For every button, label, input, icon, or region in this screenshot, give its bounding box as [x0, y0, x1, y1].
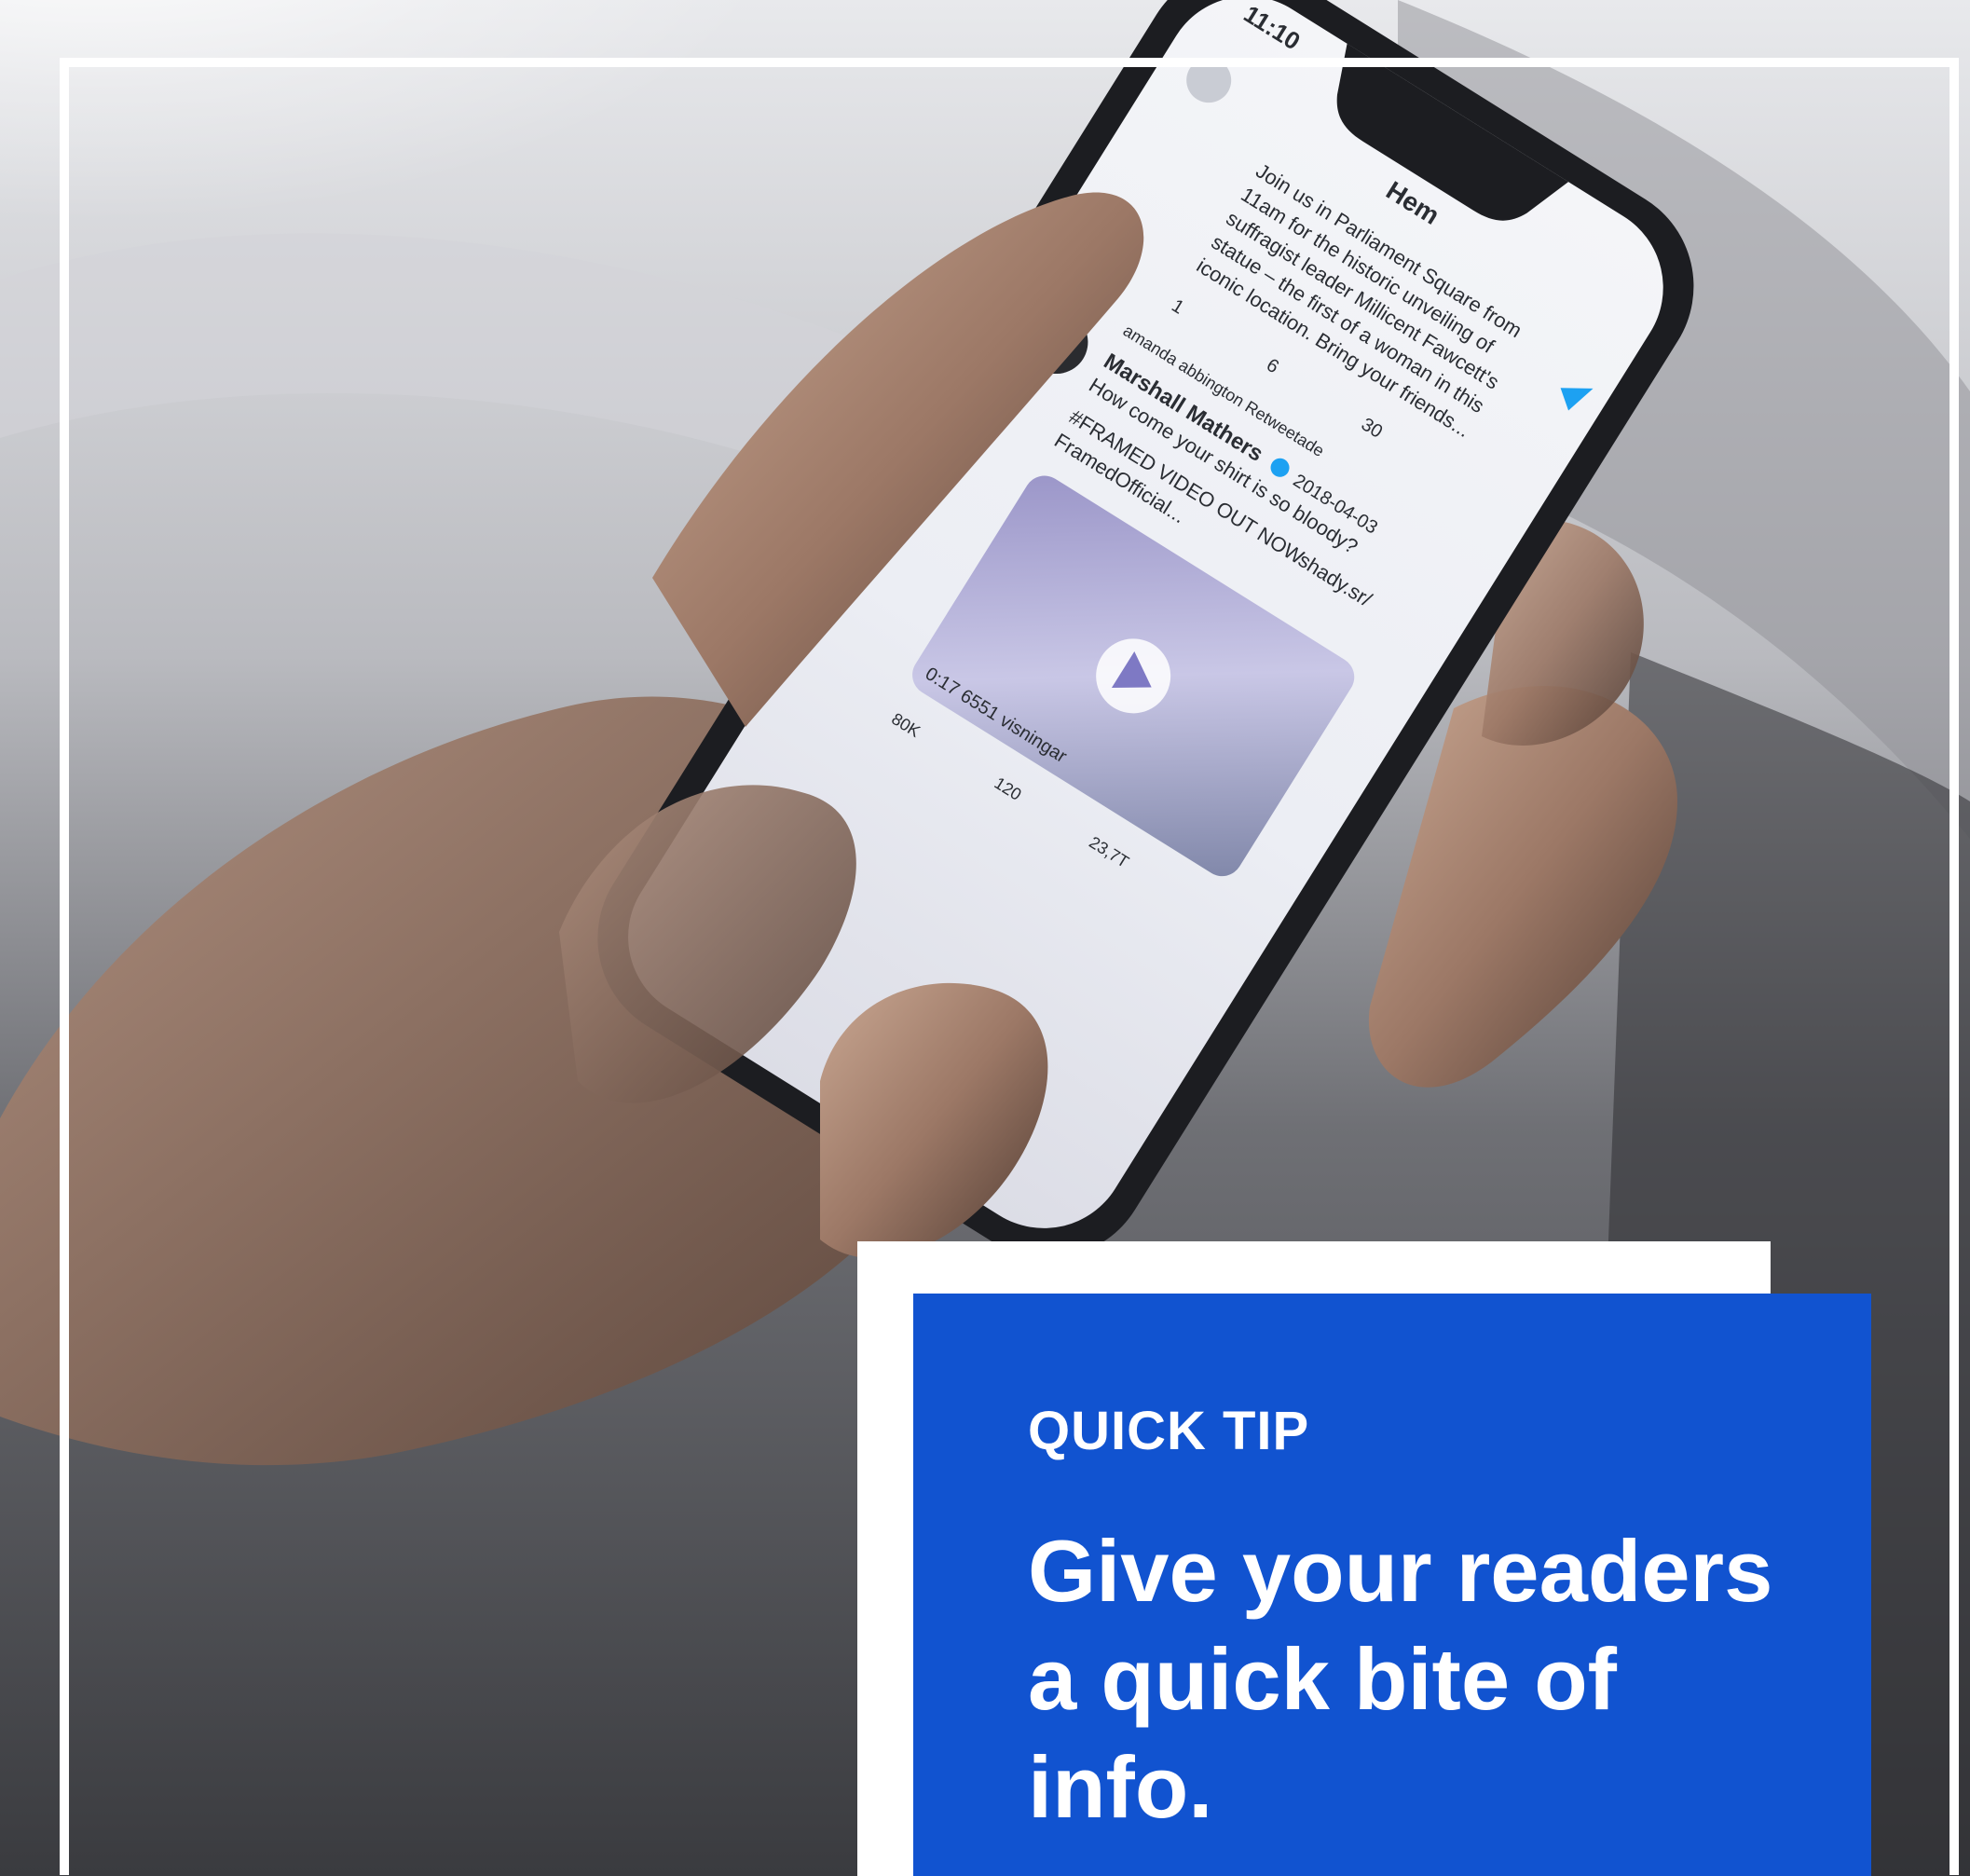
quick-tip-headline: Give your readers a quick bite of info.: [1028, 1522, 1773, 1836]
quick-tip-eyebrow: QUICK TIP: [1028, 1401, 1310, 1461]
